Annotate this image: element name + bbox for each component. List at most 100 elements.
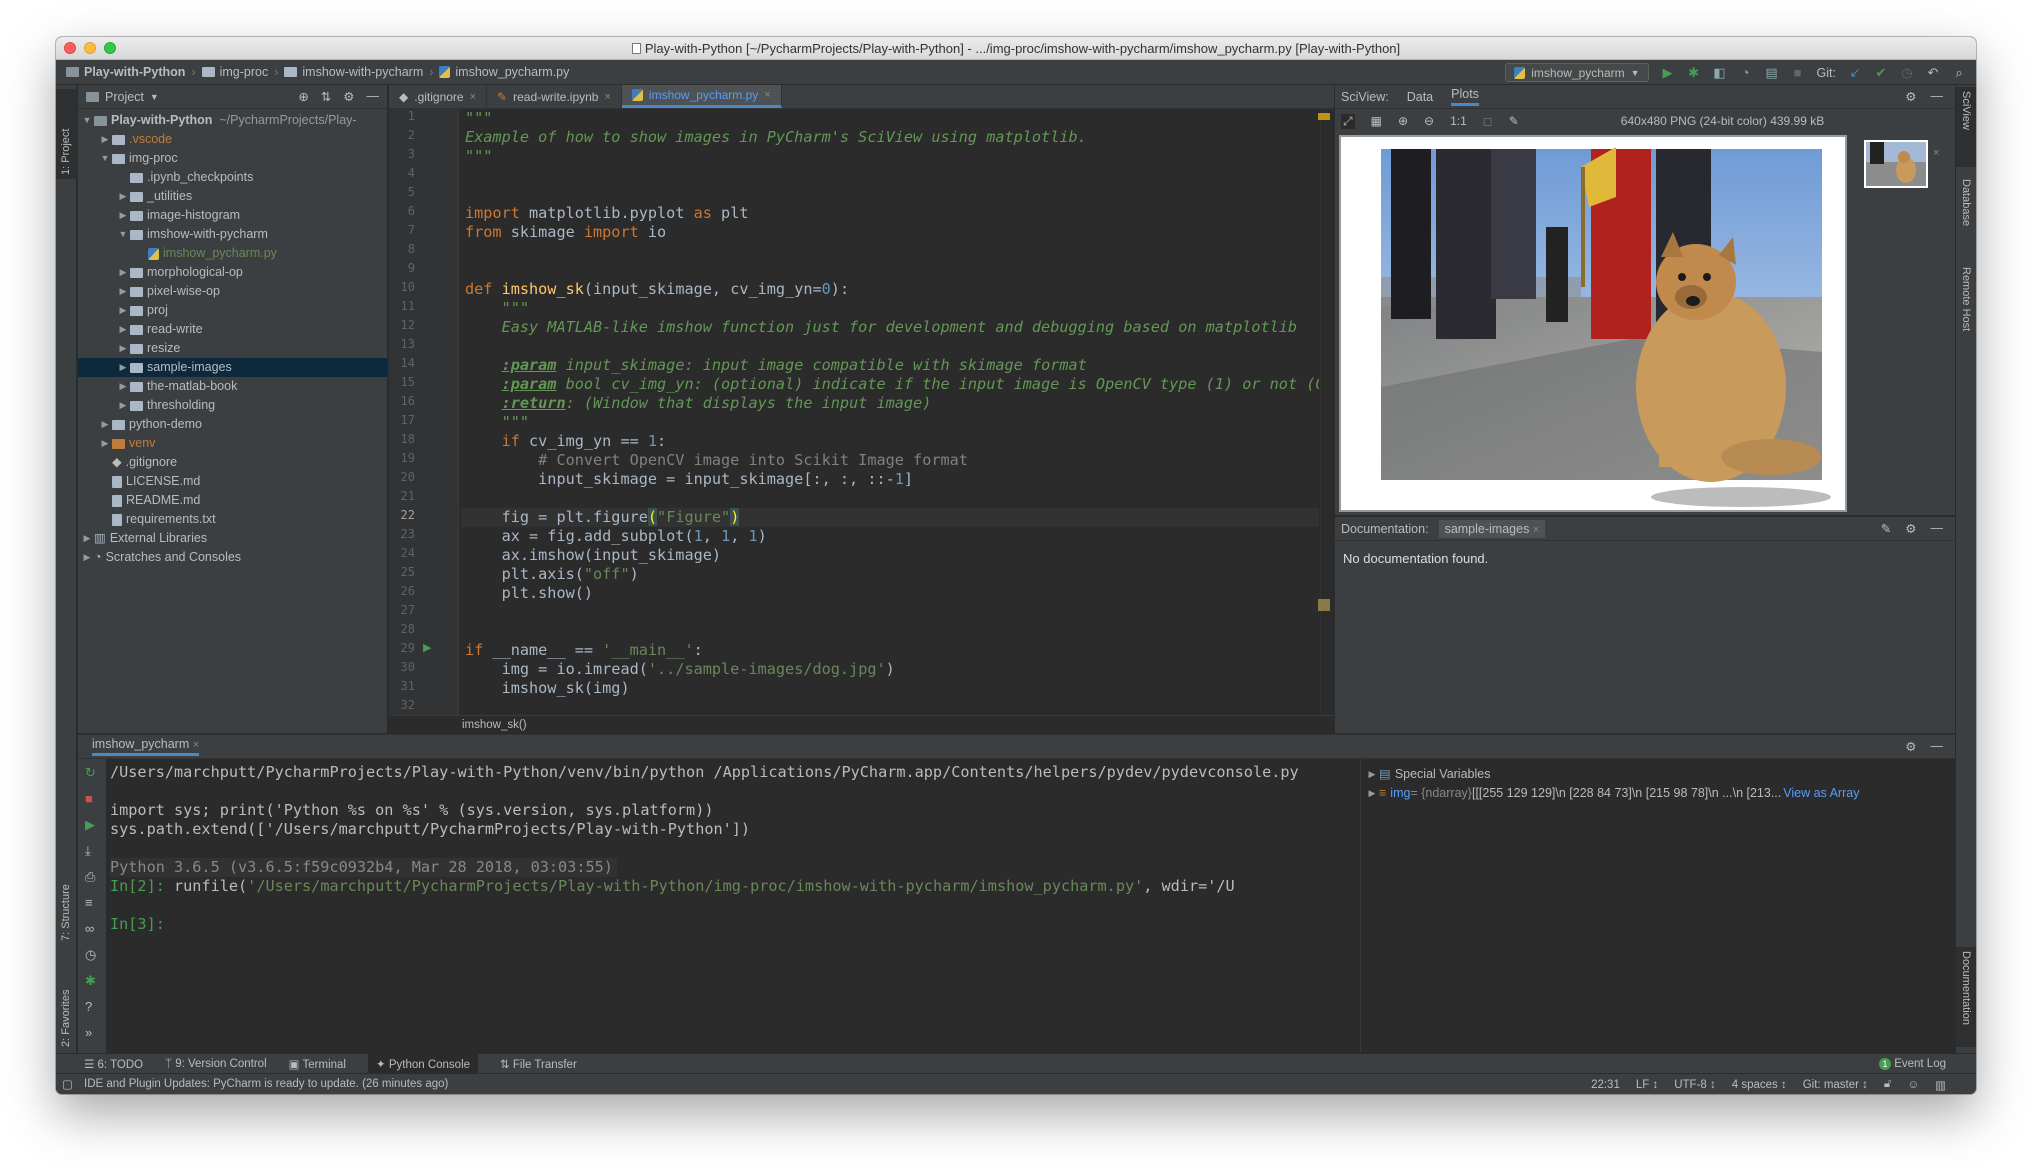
breadcrumb-project[interactable]: Play-with-Python bbox=[66, 65, 185, 79]
tab-python-console[interactable]: ✦ Python Console bbox=[367, 1053, 479, 1074]
documentation-tool-button[interactable]: Documentation bbox=[1956, 947, 1976, 1047]
tab-todo[interactable]: ☰ 6: TODO bbox=[84, 1057, 143, 1071]
memory-icon[interactable]: ▥ bbox=[1935, 1078, 1946, 1092]
tree-item[interactable]: ▶ ▥ External Libraries bbox=[78, 529, 387, 548]
rerun-icon[interactable]: ↻ bbox=[85, 765, 96, 781]
gear-icon[interactable]: ⚙ bbox=[1905, 521, 1916, 536]
sciview-tool-button[interactable]: SciView bbox=[1956, 87, 1976, 167]
tree-item[interactable]: requirements.txt bbox=[78, 510, 387, 529]
tree-root[interactable]: ▼ Play-with-Python ~/PycharmProjects/Play… bbox=[78, 111, 387, 130]
code-breadcrumb[interactable]: imshow_sk() bbox=[389, 715, 1334, 733]
view-as-array-link[interactable]: View as Array bbox=[1783, 784, 1859, 803]
debug-icon[interactable]: ✱ bbox=[1687, 65, 1701, 80]
git-commit-icon[interactable]: ✔ bbox=[1874, 65, 1888, 80]
gear-icon[interactable]: ⚙ bbox=[1905, 89, 1916, 104]
favorites-tool-button[interactable]: 2: Favorites bbox=[56, 955, 77, 1050]
plot-thumbnail[interactable] bbox=[1864, 140, 1928, 188]
tab-data[interactable]: Data bbox=[1407, 90, 1433, 104]
tab-version-control[interactable]: ᛘ 9: Version Control bbox=[165, 1058, 267, 1070]
lock-icon[interactable]: 🔓︎ bbox=[1884, 1078, 1891, 1091]
breadcrumb-img-proc[interactable]: img-proc bbox=[201, 65, 268, 79]
fit-zoom-icon[interactable]: ⤢ bbox=[1341, 113, 1355, 129]
close-icon[interactable]: × bbox=[764, 89, 770, 101]
tree-item-selected[interactable]: ▶ sample-images bbox=[78, 358, 387, 377]
edit-icon[interactable]: ✎ bbox=[1881, 521, 1891, 536]
git-history-icon[interactable]: ◷ bbox=[1900, 65, 1914, 80]
locate-icon[interactable]: ⊕ bbox=[298, 89, 308, 104]
console-prompt[interactable]: In[3]: bbox=[110, 915, 165, 934]
tree-item[interactable]: ▶ ◔ Scratches and Consoles bbox=[78, 548, 387, 567]
tab-sample-images[interactable]: sample-images × bbox=[1438, 519, 1546, 538]
history-icon[interactable]: ◷ bbox=[85, 947, 96, 963]
remote-host-tool-button[interactable]: Remote Host bbox=[1956, 263, 1976, 363]
encoding-select[interactable]: UTF-8 ↕ bbox=[1674, 1079, 1716, 1091]
tree-item[interactable]: ▶ thresholding bbox=[78, 396, 387, 415]
tree-item[interactable]: ▶ read-write bbox=[78, 320, 387, 339]
structure-tool-button[interactable]: 7: Structure bbox=[56, 855, 77, 945]
tree-item[interactable]: ▶ venv bbox=[78, 434, 387, 453]
tab-file-transfer[interactable]: ⇅ File Transfer bbox=[500, 1057, 577, 1071]
console-output[interactable]: /Users/marchputt/PycharmProjects/Play-wi… bbox=[108, 759, 1358, 1054]
concurrency-icon[interactable]: ▤ bbox=[1765, 65, 1779, 80]
close-window-button[interactable] bbox=[64, 42, 76, 54]
tab-terminal[interactable]: ▣ Terminal bbox=[289, 1057, 346, 1071]
tab-console-imshow-pycharm[interactable]: imshow_pycharm × bbox=[92, 737, 200, 756]
variable-row[interactable]: ▶ ▤ Special Variables bbox=[1361, 765, 1955, 784]
git-branch-select[interactable]: Git: master ↕ bbox=[1803, 1079, 1868, 1091]
tree-item[interactable]: ▼ imshow-with-pycharm bbox=[78, 225, 387, 244]
hide-icon[interactable]: — bbox=[367, 89, 380, 104]
help-icon[interactable]: ? bbox=[85, 999, 92, 1014]
tree-item-active-file[interactable]: imshow_pycharm.py bbox=[78, 244, 387, 263]
collapse-all-icon[interactable]: ⇅ bbox=[321, 89, 331, 104]
run-gutter-icon[interactable]: ▶ bbox=[423, 641, 431, 654]
search-icon[interactable]: ⌕ bbox=[1952, 65, 1966, 80]
coverage-icon[interactable]: ◧ bbox=[1713, 65, 1727, 80]
zoom-out-icon[interactable]: ⊖ bbox=[1424, 114, 1434, 128]
tab-plots[interactable]: Plots bbox=[1451, 87, 1479, 106]
toggle-tool-windows-icon[interactable]: ▢ bbox=[62, 1077, 73, 1091]
database-tool-button[interactable]: Database bbox=[1956, 175, 1976, 255]
close-icon[interactable]: × bbox=[1533, 524, 1539, 536]
hide-icon[interactable]: — bbox=[1931, 521, 1944, 536]
tab-gitignore[interactable]: ◆ .gitignore × bbox=[389, 85, 488, 108]
hide-icon[interactable]: — bbox=[1931, 89, 1944, 104]
close-icon[interactable]: × bbox=[470, 91, 476, 103]
grid-icon[interactable]: ▦ bbox=[1371, 114, 1382, 128]
variable-row[interactable]: ▶ ≡ img = {ndarray} [[[255 129 129]\n [228… bbox=[1361, 784, 1955, 803]
close-icon[interactable]: × bbox=[1933, 147, 1939, 159]
profile-icon[interactable]: ◔ bbox=[1739, 65, 1753, 80]
gear-icon[interactable]: ⚙ bbox=[1905, 739, 1916, 754]
project-tool-button[interactable]: 1: Project bbox=[56, 89, 77, 179]
zoom-window-button[interactable] bbox=[104, 42, 116, 54]
tree-item[interactable]: README.md bbox=[78, 491, 387, 510]
tab-imshow-pycharm[interactable]: imshow_pycharm.py × bbox=[621, 85, 782, 108]
stop-icon[interactable]: ■ bbox=[1791, 65, 1805, 80]
chevron-down-icon[interactable]: ▼ bbox=[150, 92, 159, 102]
tab-read-write-ipynb[interactable]: ✎ read-write.ipynb × bbox=[487, 85, 622, 108]
color-picker-icon[interactable]: ✎ bbox=[1509, 114, 1519, 128]
line-separator-select[interactable]: LF ↕ bbox=[1636, 1079, 1658, 1091]
breadcrumb-imshow-with-pycharm[interactable]: imshow-with-pycharm bbox=[284, 65, 423, 79]
close-icon[interactable]: × bbox=[193, 739, 199, 751]
git-update-icon[interactable]: ↙ bbox=[1848, 65, 1862, 80]
tree-item[interactable]: ▶ proj bbox=[78, 301, 387, 320]
tree-item[interactable]: ▶ python-demo bbox=[78, 415, 387, 434]
editor-scrollbar[interactable] bbox=[1318, 109, 1334, 715]
run-configuration-select[interactable]: imshow_pycharm ▼ bbox=[1505, 63, 1649, 82]
tab-event-log[interactable]: 1 Event Log bbox=[1879, 1057, 1946, 1070]
hide-icon[interactable]: — bbox=[1931, 739, 1944, 754]
soft-wrap-icon[interactable]: ≡ bbox=[85, 895, 93, 910]
tree-item[interactable]: ▶ morphological-op bbox=[78, 263, 387, 282]
tree-item[interactable]: ◆ .gitignore bbox=[78, 453, 387, 472]
minimize-window-button[interactable] bbox=[84, 42, 96, 54]
scroll-to-end-icon[interactable]: ⤓ bbox=[85, 843, 91, 859]
tree-item[interactable]: ▶ _utilities bbox=[78, 187, 387, 206]
show-variables-icon[interactable]: ∞ bbox=[85, 921, 94, 936]
stop-icon[interactable]: ■ bbox=[85, 791, 93, 806]
indent-select[interactable]: 4 spaces ↕ bbox=[1732, 1079, 1787, 1091]
git-revert-icon[interactable]: ↶ bbox=[1926, 65, 1940, 80]
tree-item[interactable]: LICENSE.md bbox=[78, 472, 387, 491]
project-view-select[interactable]: Project bbox=[105, 90, 144, 104]
tree-item[interactable]: .ipynb_checkpoints bbox=[78, 168, 387, 187]
tree-item[interactable]: ▶ the-matlab-book bbox=[78, 377, 387, 396]
